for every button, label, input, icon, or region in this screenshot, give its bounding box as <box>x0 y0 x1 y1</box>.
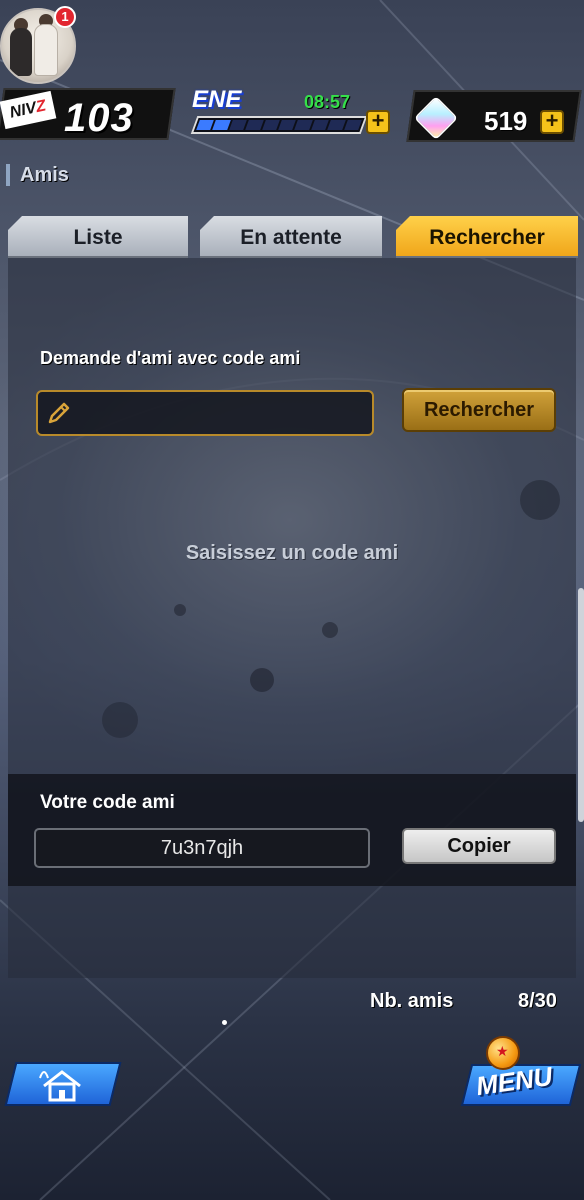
add-gems-button[interactable]: + <box>540 110 564 134</box>
energy-segment <box>343 120 362 130</box>
energy-timer: 08:57 <box>304 92 351 112</box>
star-icon: ★ <box>496 1043 509 1059</box>
friend-code-input[interactable] <box>36 390 374 436</box>
energy-label: ENE <box>192 86 242 113</box>
tab-bar: Liste En attente Rechercher <box>0 216 584 258</box>
energy-segment <box>212 120 231 130</box>
home-icon <box>39 1070 81 1102</box>
page-title: Amis <box>6 164 69 186</box>
tab-en-attente[interactable]: En attente <box>200 216 382 258</box>
energy-segment <box>327 120 346 130</box>
friend-request-label: Demande d'ami avec code ami <box>40 348 301 368</box>
scrollbar[interactable] <box>578 588 584 822</box>
energy-segment <box>278 120 297 130</box>
energy-segment <box>228 120 248 130</box>
energy-segment <box>245 120 264 130</box>
tab-rechercher[interactable]: Rechercher <box>396 216 578 258</box>
level-prefix-z: Z <box>34 97 48 117</box>
page-indicator-dot <box>222 1020 227 1025</box>
pencil-icon <box>48 402 70 424</box>
energy-segment <box>261 120 280 130</box>
empty-hint: Saisissez un code ami <box>185 542 399 564</box>
energy-segment <box>311 120 330 130</box>
tab-liste[interactable]: Liste <box>8 216 188 258</box>
friends-count: 8/30 <box>518 990 557 1012</box>
add-energy-button[interactable]: + <box>366 110 390 134</box>
my-code-value: 7u3n7qjh <box>34 828 370 868</box>
gem-count: 519 <box>484 106 528 136</box>
my-code-label: Votre code ami <box>40 792 175 813</box>
energy-segment <box>294 120 313 130</box>
search-button[interactable]: Rechercher <box>402 388 556 432</box>
energy-segment <box>196 120 215 130</box>
copy-button[interactable]: Copier <box>402 828 556 864</box>
friends-count-label: Nb. amis <box>370 990 454 1012</box>
player-level: 103 <box>64 96 134 140</box>
level-prefix: NIV <box>8 99 38 122</box>
notification-badge: 1 <box>54 6 76 28</box>
energy-bar <box>190 116 368 134</box>
